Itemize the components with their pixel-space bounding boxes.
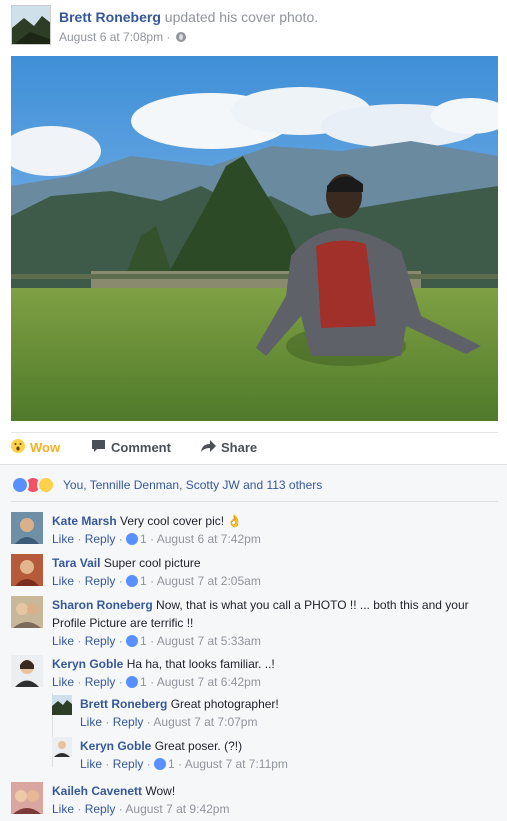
comment-time[interactable]: August 7 at 5:33am bbox=[157, 634, 261, 648]
commenter-avatar[interactable] bbox=[11, 782, 43, 814]
comment-time[interactable]: August 7 at 9:42pm bbox=[125, 802, 229, 816]
commenter-avatar[interactable] bbox=[11, 655, 43, 687]
replier-avatar[interactable] bbox=[52, 695, 72, 715]
reaction-icons bbox=[11, 476, 61, 494]
comment-text: Ha ha, that looks familiar. ..! bbox=[126, 657, 275, 671]
comment-actions: Like · Reply · 1 · August 7 at 6:42pm bbox=[52, 675, 261, 689]
like-link[interactable]: Like bbox=[52, 634, 74, 648]
comment-actions: Like · Reply · August 7 at 9:42pm bbox=[52, 802, 230, 816]
reply-actions: Like · Reply · 1 · August 7 at 7:11pm bbox=[80, 757, 288, 771]
like-count[interactable]: 1 bbox=[140, 634, 147, 648]
commenter-name[interactable]: Keryn Goble bbox=[52, 657, 123, 671]
author-avatar[interactable] bbox=[11, 5, 51, 45]
comment-time[interactable]: August 6 at 7:42pm bbox=[157, 532, 261, 546]
reply-text: Great photographer! bbox=[170, 697, 279, 711]
comment-text: Super cool picture bbox=[103, 556, 201, 570]
replier-avatar[interactable] bbox=[52, 737, 72, 757]
commenter-avatar[interactable] bbox=[11, 512, 43, 544]
post-author-link[interactable]: Brett Roneberg bbox=[59, 9, 161, 25]
post-header: Brett Roneberg updated his cover photo. … bbox=[11, 5, 501, 47]
like-count[interactable]: 1 bbox=[140, 532, 147, 546]
reply-link[interactable]: Reply bbox=[85, 675, 116, 689]
wow-reaction-icon bbox=[11, 434, 25, 464]
commenter-name[interactable]: Kate Marsh bbox=[52, 514, 117, 528]
commenter-name[interactable]: Sharon Roneberg bbox=[52, 598, 153, 612]
like-link[interactable]: Like bbox=[52, 675, 74, 689]
reply-link[interactable]: Reply bbox=[85, 574, 116, 588]
reactions-summary[interactable]: You, Tennille Denman, Scotty JW and 113 … bbox=[11, 475, 498, 495]
divider bbox=[11, 501, 498, 502]
like-thumb-icon bbox=[126, 676, 139, 688]
wow-reaction-icon bbox=[37, 476, 55, 494]
reply-actions: Like · Reply · August 7 at 7:07pm bbox=[80, 715, 258, 729]
like-thumb-icon bbox=[126, 533, 139, 545]
like-thumb-icon bbox=[126, 575, 139, 587]
reply-time[interactable]: August 7 at 7:11pm bbox=[185, 757, 288, 771]
comment-actions: Like · Reply · 1 · August 7 at 2:05am bbox=[52, 574, 261, 588]
like-thumb-icon bbox=[154, 758, 167, 770]
reply-link[interactable]: Reply bbox=[85, 634, 116, 648]
comment-label: Comment bbox=[111, 440, 171, 455]
reactions-summary-text[interactable]: You, Tennille Denman, Scotty JW and 113 … bbox=[63, 478, 322, 492]
like-link[interactable]: Like bbox=[52, 532, 74, 546]
cover-photo[interactable] bbox=[11, 56, 498, 421]
globe-icon[interactable] bbox=[175, 32, 186, 42]
reply-link[interactable]: Reply bbox=[113, 715, 144, 729]
like-count[interactable]: 1 bbox=[140, 675, 147, 689]
comment-button[interactable]: Comment bbox=[91, 433, 171, 465]
comment-text: Wow! bbox=[145, 784, 176, 798]
share-arrow-icon bbox=[201, 434, 216, 464]
like-link[interactable]: Like bbox=[52, 802, 74, 816]
comment-actions: Like · Reply · 1 · August 6 at 7:42pm bbox=[52, 532, 261, 546]
comment-actions: Like · Reply · 1 · August 7 at 5:33am bbox=[52, 634, 261, 648]
post-action-text: updated his cover photo. bbox=[164, 9, 319, 25]
commenter-name[interactable]: Tara Vail bbox=[52, 556, 100, 570]
post-timestamp[interactable]: August 6 at 7:08pm bbox=[59, 30, 163, 44]
wow-button[interactable]: Wow bbox=[11, 433, 60, 465]
commenter-name[interactable]: Kaileh Cavenett bbox=[52, 784, 142, 798]
reply-link[interactable]: Reply bbox=[85, 802, 116, 816]
like-link[interactable]: Like bbox=[80, 715, 102, 729]
like-link[interactable]: Like bbox=[80, 757, 102, 771]
like-thumb-icon bbox=[126, 635, 139, 647]
like-link[interactable]: Like bbox=[52, 574, 74, 588]
replier-name[interactable]: Brett Roneberg bbox=[80, 697, 167, 711]
reply-time[interactable]: August 7 at 7:07pm bbox=[153, 715, 257, 729]
comment-time[interactable]: August 7 at 6:42pm bbox=[157, 675, 261, 689]
post-action-bar: Wow Comment Share bbox=[11, 432, 498, 464]
reply-text: Great poser. (?!) bbox=[154, 739, 243, 753]
comment-icon bbox=[91, 434, 106, 464]
comment-text: Very cool cover pic! 👌 bbox=[120, 514, 243, 528]
comments-section: You, Tennille Denman, Scotty JW and 113 … bbox=[0, 464, 507, 821]
commenter-avatar[interactable] bbox=[11, 554, 43, 586]
like-count[interactable]: 1 bbox=[168, 757, 175, 771]
wow-label: Wow bbox=[30, 440, 61, 455]
like-reaction-icon bbox=[11, 476, 29, 494]
commenter-avatar[interactable] bbox=[11, 596, 43, 628]
comment-time[interactable]: August 7 at 2:05am bbox=[157, 574, 261, 588]
reply-link[interactable]: Reply bbox=[113, 757, 144, 771]
like-count[interactable]: 1 bbox=[140, 574, 147, 588]
reply-link[interactable]: Reply bbox=[85, 532, 116, 546]
share-label: Share bbox=[221, 440, 258, 455]
meta-separator: · bbox=[166, 30, 171, 44]
share-button[interactable]: Share bbox=[201, 433, 257, 465]
replier-name[interactable]: Keryn Goble bbox=[80, 739, 151, 753]
